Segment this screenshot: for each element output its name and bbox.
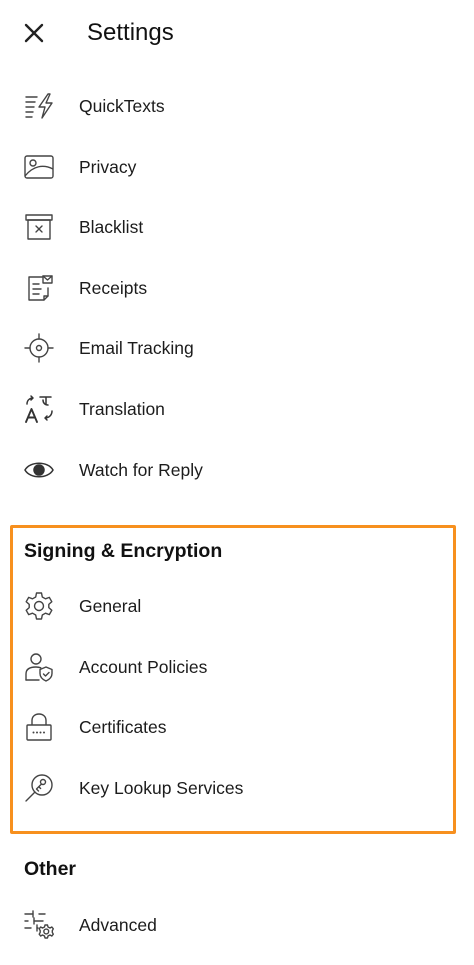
section-title-signing-encryption: Signing & Encryption	[24, 540, 223, 562]
menu-item-label: General	[79, 596, 142, 616]
menu-item-label: Key Lookup Services	[79, 778, 244, 798]
gear-icon	[22, 591, 56, 621]
menu-item-label: Account Policies	[79, 657, 208, 677]
menu-item-watch-for-reply[interactable]: Watch for Reply	[0, 440, 474, 500]
menu-item-receipts[interactable]: Receipts	[0, 258, 474, 318]
menu-item-email-tracking[interactable]: Email Tracking	[0, 318, 474, 378]
menu-item-label: Watch for Reply	[79, 460, 203, 480]
archive-x-icon	[22, 212, 56, 242]
lock-icon	[22, 712, 56, 742]
menu-item-advanced[interactable]: Advanced	[0, 895, 474, 955]
user-shield-icon	[22, 652, 56, 682]
page-title: Settings	[87, 19, 174, 46]
menu-item-general[interactable]: General	[0, 576, 474, 636]
menu-item-key-lookup-services[interactable]: Key Lookup Services	[0, 758, 474, 818]
menu-item-label: Translation	[79, 399, 165, 419]
image-icon	[22, 152, 56, 182]
menu-item-certificates[interactable]: Certificates	[0, 697, 474, 757]
eye-icon	[22, 455, 56, 485]
menu-item-label: Email Tracking	[79, 338, 194, 358]
translate-icon	[22, 394, 56, 424]
section-title-other: Other	[24, 858, 77, 880]
target-icon	[22, 333, 56, 363]
menu-item-label: Advanced	[79, 915, 157, 935]
menu-item-translation[interactable]: Translation	[0, 379, 474, 439]
sliders-gear-icon	[22, 910, 56, 940]
quicktext-icon	[22, 91, 56, 121]
key-search-icon	[22, 773, 56, 803]
menu-item-label: Certificates	[79, 717, 167, 737]
menu-item-privacy[interactable]: Privacy	[0, 137, 474, 197]
menu-item-label: Privacy	[79, 157, 137, 177]
menu-item-label: Receipts	[79, 278, 148, 298]
menu-item-account-policies[interactable]: Account Policies	[0, 637, 474, 697]
menu-item-label: Blacklist	[79, 217, 144, 237]
menu-item-label: QuickTexts	[79, 96, 165, 116]
menu-item-quicktexts[interactable]: QuickTexts	[0, 76, 474, 136]
close-button[interactable]	[14, 13, 54, 53]
menu-item-blacklist[interactable]: Blacklist	[0, 197, 474, 257]
app-header: Settings	[0, 0, 474, 66]
close-icon	[23, 22, 45, 44]
receipt-icon	[22, 273, 56, 303]
